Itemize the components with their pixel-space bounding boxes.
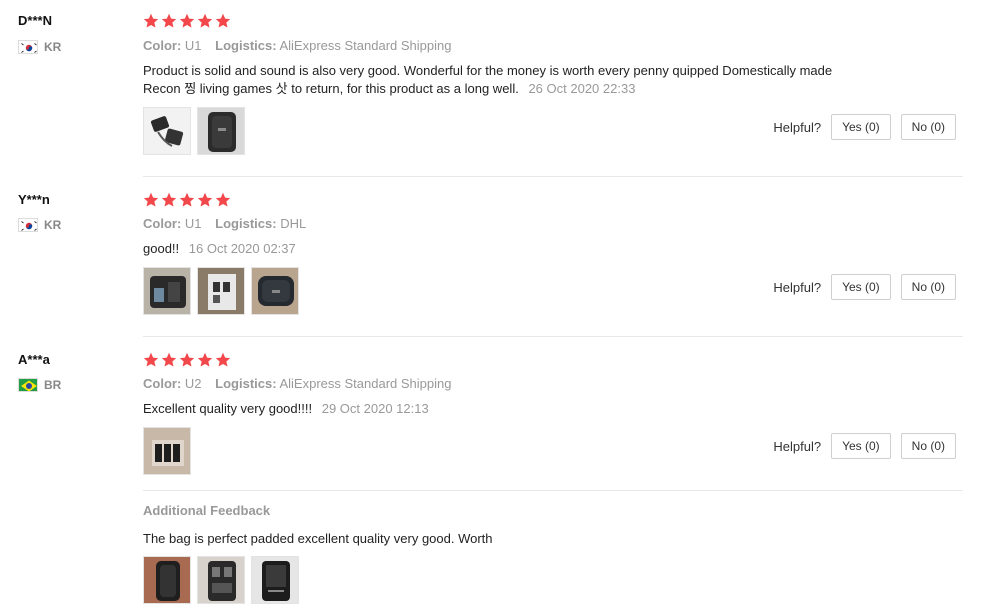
star-rating: [143, 192, 231, 208]
review-item: A***a BR Color: U2 Logistics: AliExpress…: [0, 340, 983, 614]
color-value: U1: [184, 38, 202, 53]
helpful-label: Helpful?: [773, 438, 822, 454]
reviewer-name: D***N: [18, 13, 52, 28]
reviewer-name: Y***n: [18, 192, 50, 207]
review-photos: [143, 107, 245, 155]
country-code: KR: [44, 218, 62, 232]
reviewer-country: KR: [18, 40, 61, 54]
review-text: good!!: [143, 241, 180, 256]
review-date: 29 Oct 2020 12:13: [321, 401, 429, 416]
reviewer-country: BR: [18, 378, 61, 392]
logistics-value: AliExpress Standard Shipping: [279, 376, 452, 391]
review-photos: [143, 427, 191, 475]
star-icon: [197, 192, 213, 207]
review-attributes: Color: U2 Logistics: AliExpress Standard…: [143, 376, 451, 391]
star-icon: [215, 13, 231, 28]
additional-feedback-title: Additional Feedback: [143, 503, 271, 518]
helpful-yes-button[interactable]: Yes (0): [831, 433, 891, 459]
review-text-block: Product is solid and sound is also very …: [143, 62, 843, 98]
review-divider: [143, 176, 963, 177]
star-icon: [143, 13, 159, 28]
star-icon: [143, 352, 159, 367]
review-photo[interactable]: [251, 556, 299, 604]
review-photo[interactable]: [251, 267, 299, 315]
review-text: Excellent quality very good!!!!: [143, 401, 313, 416]
star-icon: [197, 352, 213, 367]
color-label: Color:: [143, 38, 182, 53]
star-icon: [161, 192, 177, 207]
review-divider: [143, 336, 963, 337]
star-icon: [179, 192, 195, 207]
reviewer-name: A***a: [18, 352, 50, 367]
star-icon: [197, 13, 213, 28]
star-rating: [143, 352, 231, 368]
star-icon: [179, 13, 195, 28]
helpful-label: Helpful?: [773, 279, 822, 295]
review-item: D***N KR Color: U1 Logistics: AliExpress…: [0, 0, 983, 177]
korea-flag-icon: [18, 40, 38, 54]
helpful-no-button[interactable]: No (0): [900, 433, 956, 459]
helpful-no-button[interactable]: No (0): [900, 114, 956, 140]
additional-feedback-divider: [143, 490, 963, 491]
review-attributes: Color: U1 Logistics: DHL: [143, 216, 306, 231]
additional-feedback-text: The bag is perfect padded excellent qual…: [143, 531, 493, 546]
review-photos: [143, 267, 299, 315]
review-date: 26 Oct 2020 22:33: [528, 81, 636, 96]
helpful-yes-button[interactable]: Yes (0): [831, 274, 891, 300]
review-photo[interactable]: [197, 556, 245, 604]
helpful-section: Helpful? Yes (0) No (0): [773, 114, 956, 140]
review-photo[interactable]: [197, 107, 245, 155]
star-icon: [161, 352, 177, 367]
reviewer-country: KR: [18, 218, 61, 232]
review-date: 16 Oct 2020 02:37: [188, 241, 296, 256]
korea-flag-icon: [18, 218, 38, 232]
helpful-section: Helpful? Yes (0) No (0): [773, 433, 956, 459]
helpful-no-button[interactable]: No (0): [900, 274, 956, 300]
star-icon: [143, 192, 159, 207]
star-icon: [161, 13, 177, 28]
star-icon: [215, 192, 231, 207]
review-text-block: Excellent quality very good!!!! 29 Oct 2…: [143, 400, 843, 418]
review-text-block: good!! 16 Oct 2020 02:37: [143, 240, 843, 258]
logistics-value: AliExpress Standard Shipping: [279, 38, 452, 53]
country-code: BR: [44, 378, 62, 392]
review-photo[interactable]: [143, 267, 191, 315]
review-photo[interactable]: [143, 556, 191, 604]
brazil-flag-icon: [18, 378, 38, 392]
review-item: Y***n KR Color: U1 Logistics: DHL good!!…: [0, 180, 983, 337]
helpful-yes-button[interactable]: Yes (0): [831, 114, 891, 140]
star-icon: [179, 352, 195, 367]
color-value: U1: [184, 216, 202, 231]
logistics-value: DHL: [280, 216, 307, 231]
color-label: Color:: [143, 376, 182, 391]
review-text: Product is solid and sound is also very …: [143, 63, 833, 96]
review-attributes: Color: U1 Logistics: AliExpress Standard…: [143, 38, 451, 53]
star-icon: [215, 352, 231, 367]
review-photo[interactable]: [197, 267, 245, 315]
color-value: U2: [184, 376, 202, 391]
logistics-label: Logistics:: [215, 216, 277, 231]
helpful-label: Helpful?: [773, 119, 822, 135]
logistics-label: Logistics:: [215, 38, 277, 53]
review-photo[interactable]: [143, 107, 191, 155]
helpful-section: Helpful? Yes (0) No (0): [773, 274, 956, 300]
additional-feedback-photos: [143, 556, 299, 604]
logistics-label: Logistics:: [215, 376, 277, 391]
country-code: KR: [44, 40, 62, 54]
review-photo[interactable]: [143, 427, 191, 475]
color-label: Color:: [143, 216, 182, 231]
star-rating: [143, 13, 231, 29]
